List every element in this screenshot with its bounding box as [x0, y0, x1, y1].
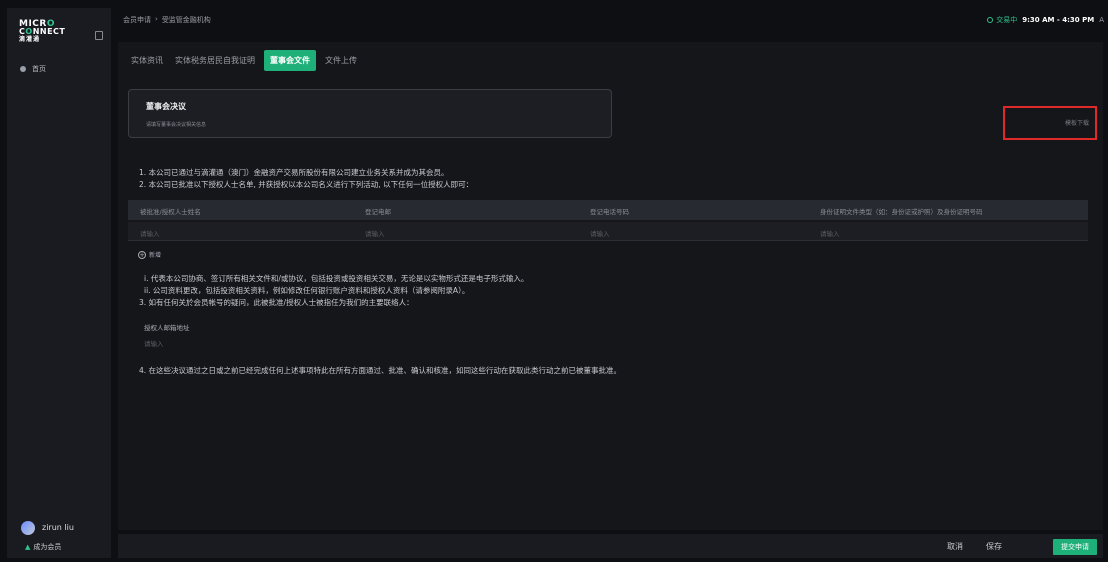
tab-bar: 实体资讯 实体税务居民自我证明 董事会文件 文件上传	[128, 50, 360, 71]
main-content: 实体资讯 实体税务居民自我证明 董事会文件 文件上传 董事会决议 请填写董事会决…	[118, 42, 1103, 530]
cancel-button[interactable]: 取消	[947, 541, 963, 552]
sidebar-item-home[interactable]: 首页	[20, 64, 46, 74]
statement-1: 1. 本公司已通过与滴灌通（澳门）金融资产交易所股份有限公司建立业务关系并成为其…	[139, 168, 449, 177]
breadcrumb-separator: ›	[155, 15, 158, 23]
breadcrumb-item: 受监管金融机构	[161, 16, 211, 24]
column-header: 被批准/授权人士姓名	[140, 208, 201, 216]
clock-icon	[987, 17, 994, 23]
column-header: 登记电邮	[365, 208, 391, 216]
card-subtitle: 请填写董事会决议相关信息	[146, 122, 207, 128]
become-member-link[interactable]: ▲ 成为会员	[25, 542, 61, 552]
board-resolution-card: 董事会决议 请填写董事会决议相关信息	[128, 89, 612, 138]
contact-email-label: 授权人邮箱地址	[144, 324, 190, 332]
user-name: zirun liu	[42, 523, 74, 532]
plus-icon: +	[138, 250, 146, 259]
market-status-badge: 交易中	[987, 15, 1017, 25]
breadcrumb-item[interactable]: 会员申请	[123, 15, 151, 25]
authorized-table-header: 被批准/授权人士姓名 登记电邮 登记电话号码 身份证明文件类型（如：身份证或护照…	[128, 200, 1088, 220]
market-status: 交易中 9:30 AM - 4:30 PM A	[987, 15, 1104, 25]
column-header: 登记电话号码	[590, 208, 629, 216]
tab-tax-residency[interactable]: 实体税务居民自我证明	[172, 51, 258, 70]
trading-hours: 9:30 AM - 4:30 PM	[1022, 16, 1095, 24]
statement-ii: ii. 公司资料更改，包括投资相关资料，例如修改任何银行账户资料和授权人资料（请…	[144, 286, 470, 295]
id-document-input[interactable]: 请输入	[820, 228, 840, 238]
member-icon: ▲	[25, 543, 31, 551]
tab-board-documents[interactable]: 董事会文件	[264, 50, 316, 71]
statement-4: 4. 在这些决议通过之日或之前已经完成任何上述事项特此在所有方面通过、批准、确认…	[139, 366, 622, 375]
top-bar: 会员申请 › 受监管金融机构 交易中 9:30 AM - 4:30 PM A	[120, 14, 1104, 28]
template-download-link[interactable]: 模板下载	[1065, 118, 1089, 127]
phone-input[interactable]: 请输入	[590, 228, 610, 238]
tab-file-upload[interactable]: 文件上传	[322, 51, 360, 70]
add-row-button[interactable]: + 新增	[138, 250, 161, 259]
sidebar: MICRO CONNECT 滴灌通 首页 zirun liu ▲ 成为会员	[7, 8, 111, 558]
card-title: 董事会决议	[146, 102, 186, 111]
footer-bar: 取消 保存 提交申请	[118, 534, 1103, 558]
statement-i: i. 代表本公司协商、签订所有相关文件和/或协议，包括投资或投资相关交易，无论是…	[144, 274, 529, 283]
app-logo[interactable]: MICRO CONNECT 滴灌通	[19, 20, 65, 44]
breadcrumb: 会员申请 › 受监管金融机构	[123, 15, 211, 25]
home-icon	[20, 66, 26, 72]
sidebar-item-label: 首页	[32, 65, 46, 73]
column-header: 身份证明文件类型（如：身份证或护照）及身份证明号码	[820, 208, 983, 216]
template-download-box[interactable]: 模板下载	[1003, 106, 1097, 140]
statement-3: 3. 如有任何关於会员帐号的疑问，此被批准/授权人士被指任为我们的主要联络人：	[139, 298, 414, 307]
statement-2: 2. 本公司已批准以下授权人士名单, 并获授权以本公司名义进行下列活动, 以下任…	[139, 180, 474, 189]
submit-application-button[interactable]: 提交申请	[1053, 539, 1097, 555]
email-input[interactable]: 请输入	[365, 228, 385, 238]
contact-email-input[interactable]: 请输入	[144, 338, 164, 348]
sidebar-collapse-icon[interactable]	[95, 31, 103, 40]
avatar[interactable]	[21, 521, 35, 535]
tab-entity-info[interactable]: 实体资讯	[128, 51, 166, 70]
language-switch-icon[interactable]: A	[1099, 16, 1104, 24]
name-input[interactable]: 请输入	[140, 228, 160, 238]
table-row: 请输入 请输入 请输入 请输入	[128, 222, 1088, 241]
save-button[interactable]: 保存	[986, 541, 1002, 552]
